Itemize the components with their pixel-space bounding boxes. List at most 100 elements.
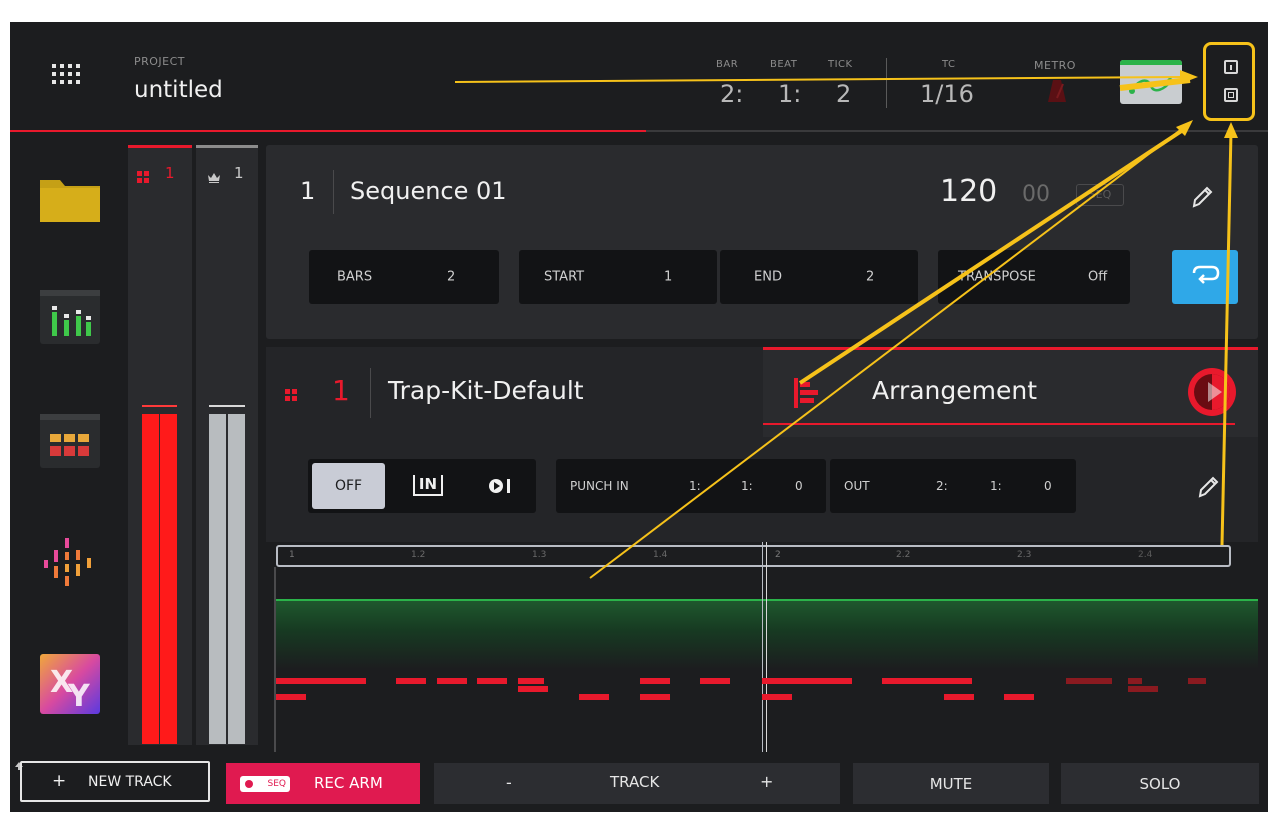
punch-in-field[interactable]: PUNCH IN 1: 1: 0 xyxy=(556,459,826,513)
punch-in-tick: 0 xyxy=(795,479,803,493)
sequence-number: 1 xyxy=(300,177,316,205)
start-field[interactable]: START 1 xyxy=(519,250,717,304)
note-block[interactable] xyxy=(1128,678,1142,684)
metro-label: METRO xyxy=(1034,59,1076,72)
track-number: 1 xyxy=(332,374,350,407)
note-block[interactable] xyxy=(944,694,974,700)
rec-dot-icon xyxy=(245,780,253,788)
automation-button[interactable] xyxy=(1120,60,1182,104)
punch-out-field[interactable]: OUT 2: 1: 0 xyxy=(830,459,1076,513)
ruler-tick-2: 2 xyxy=(775,550,781,560)
ruler-tick-1-2: 1.2 xyxy=(411,550,426,560)
bars-value: 2 xyxy=(447,269,456,285)
sample-edit-icon[interactable] xyxy=(40,532,100,592)
note-block[interactable] xyxy=(762,694,792,700)
master-meter-right-bar xyxy=(228,414,245,744)
mute-button[interactable]: MUTE xyxy=(853,763,1049,804)
sequence-name[interactable]: Sequence 01 xyxy=(350,177,507,205)
play-icon xyxy=(1188,368,1236,416)
tc-value[interactable]: 1/16 xyxy=(920,80,974,108)
playhead-line[interactable] xyxy=(766,542,767,762)
metronome-icon[interactable] xyxy=(1046,78,1068,104)
in-button[interactable]: IN xyxy=(398,463,458,509)
note-block[interactable] xyxy=(882,678,972,684)
note-block[interactable] xyxy=(276,694,306,700)
punch-in-label: PUNCH IN xyxy=(570,479,629,493)
master-crown-icon xyxy=(208,168,220,183)
transpose-value: Off xyxy=(1088,269,1108,285)
rec-arm-seq-badge: SEQ xyxy=(240,776,290,792)
arrangement-play-button[interactable] xyxy=(1186,366,1238,418)
bar-2-line xyxy=(762,542,763,762)
note-block[interactable] xyxy=(579,694,609,700)
bar-value[interactable]: 2: xyxy=(720,80,743,108)
grid-menu-icon[interactable] xyxy=(50,62,86,94)
master-meter-label: 1 xyxy=(234,164,244,182)
new-track-button[interactable]: + NEW TRACK xyxy=(20,761,210,802)
timeline-left-border xyxy=(274,567,276,762)
note-block[interactable] xyxy=(1066,678,1112,684)
note-block[interactable] xyxy=(640,694,670,700)
solo-button[interactable]: SOLO xyxy=(1061,763,1259,804)
track-grid-icon xyxy=(285,386,297,401)
rec-arm-label: REC ARM xyxy=(314,774,383,792)
note-block[interactable] xyxy=(1004,694,1034,700)
tc-label: TC xyxy=(942,59,956,70)
pad-meter-right-bar xyxy=(160,414,177,744)
master-meter-left-bar xyxy=(209,414,226,744)
header-divider xyxy=(886,58,887,108)
automation-line xyxy=(276,599,1258,601)
beat-label: BEAT xyxy=(770,59,798,70)
punch-out-tick: 0 xyxy=(1044,479,1052,493)
note-block[interactable] xyxy=(762,678,852,684)
track-plus-button[interactable]: + xyxy=(760,772,773,791)
seq-badge[interactable]: SEQ xyxy=(1076,184,1124,206)
new-track-label: NEW TRACK xyxy=(88,774,172,790)
edit-sequence-pencil-icon[interactable] xyxy=(1190,184,1214,210)
automation-lane[interactable] xyxy=(276,599,1258,669)
svg-text:Y: Y xyxy=(67,679,91,714)
bars-field[interactable]: BARS 2 xyxy=(309,250,499,304)
beat-value[interactable]: 1: xyxy=(778,80,801,108)
project-name[interactable]: untitled xyxy=(134,77,223,103)
note-block[interactable] xyxy=(1188,678,1206,684)
note-block[interactable] xyxy=(518,678,544,684)
note-block[interactable] xyxy=(396,678,426,684)
bpm-value[interactable]: 120 xyxy=(940,174,997,209)
pad-mixer-icon[interactable] xyxy=(40,414,100,468)
play-to-end-button[interactable] xyxy=(472,463,532,509)
end-value: 2 xyxy=(866,269,875,285)
pad-meter-grid-icon xyxy=(137,168,149,183)
note-block[interactable] xyxy=(700,678,730,684)
folder-icon[interactable] xyxy=(40,174,100,222)
punch-in-beat: 1: xyxy=(741,479,753,493)
rec-arm-button[interactable]: SEQ REC ARM xyxy=(226,763,420,804)
master-meter-panel[interactable]: 1 xyxy=(196,145,258,745)
note-block[interactable] xyxy=(518,686,548,692)
loop-button[interactable] xyxy=(1172,250,1238,304)
ruler-tick-2-3: 2.3 xyxy=(1017,550,1032,560)
note-block[interactable] xyxy=(477,678,507,684)
ruler-tick-1-4: 1.4 xyxy=(653,550,668,560)
mixer-icon[interactable] xyxy=(40,290,100,344)
track-name[interactable]: Trap-Kit-Default xyxy=(388,376,584,405)
track-minus-button[interactable]: - xyxy=(506,773,512,792)
transpose-field[interactable]: TRANSPOSE Off xyxy=(938,250,1130,304)
note-block[interactable] xyxy=(640,678,670,684)
note-block[interactable] xyxy=(1128,686,1158,692)
note-block[interactable] xyxy=(276,678,366,684)
off-button[interactable]: OFF xyxy=(312,463,385,509)
end-field[interactable]: END 2 xyxy=(720,250,918,304)
note-block[interactable] xyxy=(437,678,467,684)
edit-record-pencil-icon[interactable] xyxy=(1196,474,1220,500)
bpm-decimal[interactable]: 00 xyxy=(1022,182,1050,207)
xy-fx-icon[interactable]: X Y xyxy=(40,654,100,714)
transpose-label: TRANSPOSE xyxy=(958,269,1036,285)
track-label: TRACK xyxy=(610,773,660,791)
tick-value[interactable]: 2 xyxy=(836,80,851,108)
ruler-tick-2-2: 2.2 xyxy=(896,550,911,560)
start-value: 1 xyxy=(664,269,673,285)
punch-out-beat: 1: xyxy=(990,479,1002,493)
track-selector[interactable]: - TRACK + xyxy=(434,763,840,804)
start-label: START xyxy=(544,269,585,285)
